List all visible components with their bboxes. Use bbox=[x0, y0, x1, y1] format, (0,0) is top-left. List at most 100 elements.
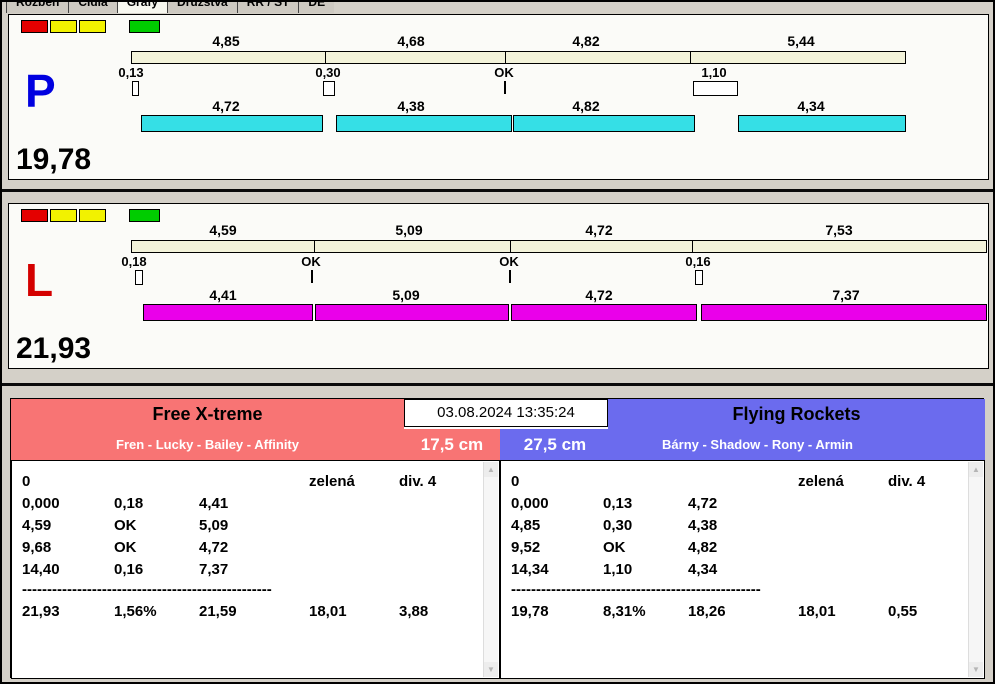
table-cell: 3,88 bbox=[399, 602, 429, 620]
table-cell: 1,10 bbox=[603, 560, 633, 578]
separator bbox=[2, 383, 993, 386]
gap-time: OK bbox=[499, 254, 519, 269]
run-time: 4,72 bbox=[585, 287, 613, 303]
split-time: 7,53 bbox=[825, 222, 853, 238]
tab-bar: Rozbeh Čidla Grafy Družstva RR / ST DE bbox=[6, 2, 335, 13]
tab-rr-st[interactable]: RR / ST bbox=[236, 2, 300, 13]
left-table-scrollbar[interactable]: ▲ ▼ bbox=[483, 462, 498, 677]
table-cell: 18,01 bbox=[798, 602, 836, 620]
gap-marker bbox=[132, 81, 139, 96]
table-cell: 9,52 bbox=[511, 538, 541, 556]
table-cell: 14,34 bbox=[511, 560, 549, 578]
right-team-header: Flying Rockets bbox=[608, 399, 985, 429]
table-cell: 0,30 bbox=[603, 516, 633, 534]
right-jump-height: 27,5 cm bbox=[523, 435, 587, 454]
table-cell: 18,01 bbox=[309, 602, 347, 620]
table-row: 4,59 OK 5,09 bbox=[22, 514, 481, 536]
start-light-yellow1-icon bbox=[50, 209, 77, 222]
start-light-yellow2-icon bbox=[79, 209, 106, 222]
table-row: 9,52 OK 4,82 bbox=[511, 536, 966, 558]
split-time: 5,09 bbox=[395, 222, 423, 238]
divider-dashes: ----------------------------------------… bbox=[22, 581, 272, 598]
scroll-down-icon[interactable]: ▼ bbox=[484, 662, 498, 677]
lane-total-time: 19,78 bbox=[16, 143, 92, 176]
tab-druzstva[interactable]: Družstva bbox=[167, 2, 238, 13]
scroll-up-icon[interactable]: ▲ bbox=[484, 462, 498, 477]
table-divider-row: ----------------------------------------… bbox=[511, 580, 966, 600]
left-team-subheader: Fren - Lucky - Bailey - Affinity 17,5 cm bbox=[11, 429, 500, 460]
table-row: 0,000 0,18 4,41 bbox=[22, 492, 481, 514]
start-light-red-icon bbox=[21, 209, 48, 222]
run-bar bbox=[511, 304, 697, 321]
split-time: 4,82 bbox=[572, 33, 600, 49]
run-time: 4,72 bbox=[212, 98, 240, 114]
gap-marker bbox=[323, 81, 335, 96]
start-light-green-icon bbox=[129, 209, 160, 222]
table-row: 0 zelená div. 4 bbox=[511, 470, 966, 492]
table-row: 4,85 0,30 4,38 bbox=[511, 514, 966, 536]
table-cell: 0 bbox=[22, 472, 31, 490]
table-cell: 0,16 bbox=[114, 560, 144, 578]
run-bar bbox=[143, 304, 313, 321]
table-cell: 4,34 bbox=[688, 560, 718, 578]
scroll-up-icon[interactable]: ▲ bbox=[969, 462, 983, 477]
cumulative-time-bar bbox=[131, 51, 906, 64]
cumulative-time-bar bbox=[131, 240, 987, 253]
right-team-table: 0 zelená div. 4 0,000 0,13 4,72 4,85 0,3… bbox=[500, 460, 985, 679]
gap-time: OK bbox=[494, 65, 514, 80]
gap-time: OK bbox=[301, 254, 321, 269]
table-cell: zelená bbox=[309, 472, 355, 490]
table-cell: 4,59 bbox=[22, 516, 52, 534]
tab-grafy[interactable]: Grafy bbox=[116, 2, 169, 13]
table-cell: 0,55 bbox=[888, 602, 918, 620]
right-team-name: Flying Rockets bbox=[732, 404, 861, 424]
gap-ok-tick bbox=[509, 270, 511, 283]
run-time: 7,37 bbox=[832, 287, 860, 303]
table-cell: OK bbox=[603, 538, 626, 556]
gap-marker bbox=[693, 81, 738, 96]
table-cell: OK bbox=[114, 516, 137, 534]
table-row: 0 zelená div. 4 bbox=[22, 470, 481, 492]
table-cell: 9,68 bbox=[22, 538, 52, 556]
table-cell: 4,38 bbox=[688, 516, 718, 534]
run-time: 4,34 bbox=[797, 98, 825, 114]
start-light-yellow2-icon bbox=[79, 20, 106, 33]
lane-panel-l: L 21,93 4,59 5,09 4,72 7,53 0,18 OK OK 0… bbox=[8, 203, 989, 369]
run-time: 4,38 bbox=[397, 98, 425, 114]
gap-ok-tick bbox=[311, 270, 313, 283]
table-cell: 18,26 bbox=[688, 602, 726, 620]
gap-ok-tick bbox=[504, 81, 506, 94]
table-row: 9,68 OK 4,72 bbox=[22, 536, 481, 558]
gap-time: 0,13 bbox=[118, 65, 144, 80]
lane-panel-p: P 19,78 4,85 4,68 4,82 5,44 0,13 0,30 OK… bbox=[8, 14, 989, 180]
right-table-scrollbar[interactable]: ▲ ▼ bbox=[968, 462, 983, 677]
tab-rozbeh[interactable]: Rozbeh bbox=[6, 2, 70, 13]
run-bar bbox=[738, 115, 906, 132]
run-bar bbox=[513, 115, 695, 132]
start-light-red-icon bbox=[21, 20, 48, 33]
table-cell: 8,31% bbox=[603, 602, 646, 620]
separator bbox=[2, 189, 993, 192]
tab-cidla[interactable]: Čidla bbox=[68, 2, 118, 13]
run-bar bbox=[701, 304, 987, 321]
split-time: 4,72 bbox=[585, 222, 613, 238]
table-cell: 0,18 bbox=[114, 494, 144, 512]
lane-total-time: 21,93 bbox=[16, 332, 92, 365]
run-bar bbox=[315, 304, 509, 321]
table-cell: 19,78 bbox=[511, 602, 549, 620]
scroll-down-icon[interactable]: ▼ bbox=[969, 662, 983, 677]
table-cell: div. 4 bbox=[399, 472, 437, 490]
table-cell: 0,000 bbox=[511, 494, 549, 512]
left-team-members: Fren - Lucky - Bailey - Affinity bbox=[116, 437, 299, 452]
table-cell: 4,41 bbox=[199, 494, 229, 512]
table-cell: 0 bbox=[511, 472, 520, 490]
table-cell: zelená bbox=[798, 472, 844, 490]
tab-de[interactable]: DE bbox=[298, 2, 335, 13]
table-cell: OK bbox=[114, 538, 137, 556]
table-summary-row: 21,93 1,56% 21,59 18,01 3,88 bbox=[22, 600, 481, 622]
gap-time: 0,16 bbox=[685, 254, 711, 269]
lane-letter: P bbox=[25, 65, 56, 117]
split-time: 4,59 bbox=[209, 222, 237, 238]
left-team-name: Free X-treme bbox=[152, 404, 263, 424]
table-cell: 1,56% bbox=[114, 602, 157, 620]
